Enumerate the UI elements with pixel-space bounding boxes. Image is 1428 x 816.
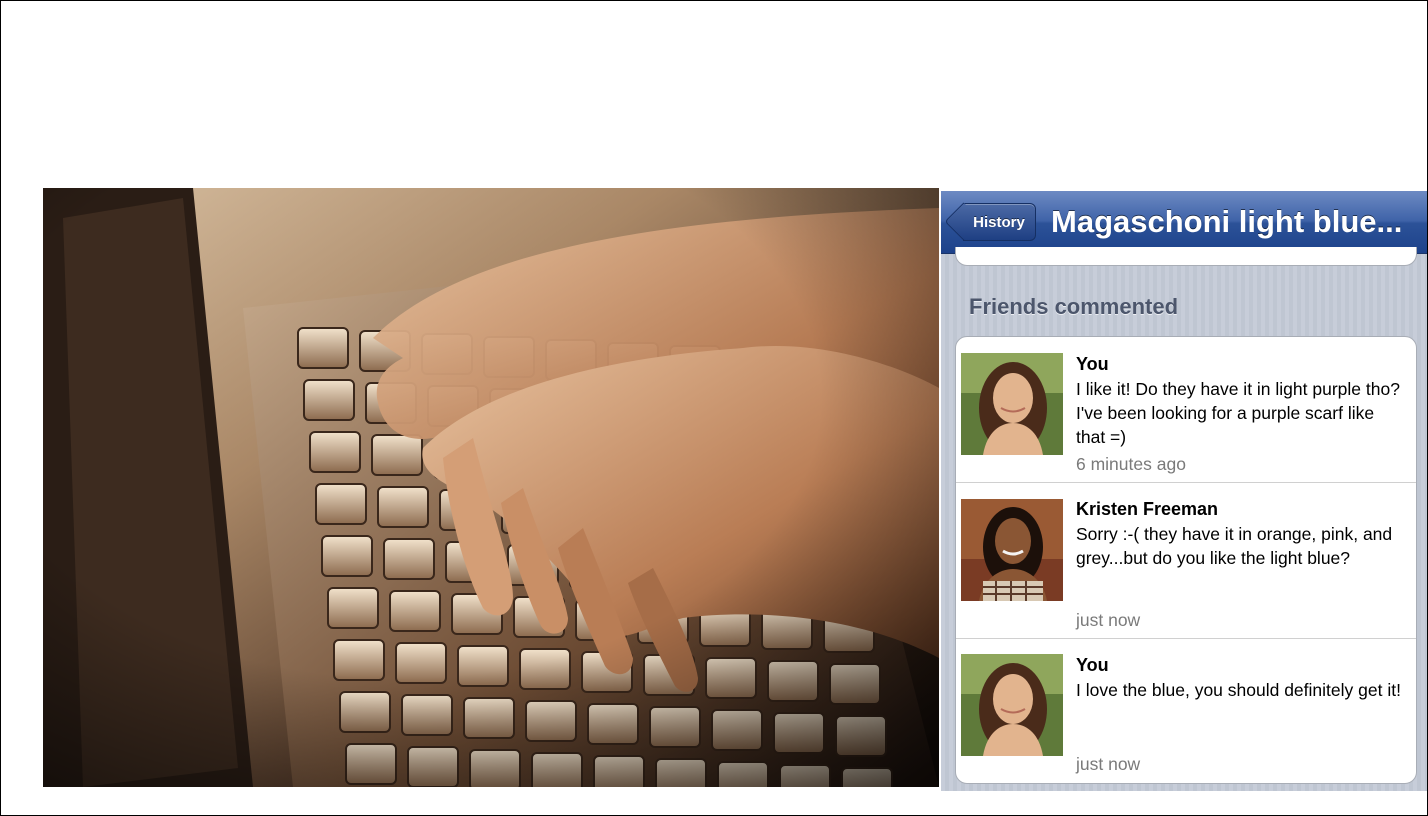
comment-timestamp: just now — [1076, 610, 1141, 630]
avatar — [961, 499, 1063, 601]
section-header: Friends commented — [969, 294, 1179, 319]
comment-timestamp: 6 minutes ago — [1076, 454, 1186, 474]
avatar — [961, 654, 1063, 756]
page-title: Magaschoni light blue... — [1051, 204, 1403, 239]
avatar — [961, 353, 1063, 455]
comment-item[interactable]: You I like it! Do they have it in light … — [956, 337, 1416, 483]
navigation-bar: History Magaschoni light blue... — [941, 191, 1427, 254]
typing-photo — [43, 188, 939, 787]
back-button-label: History — [973, 213, 1025, 231]
comment-author: You — [1076, 354, 1109, 374]
comments-card: You I like it! Do they have it in light … — [955, 336, 1417, 784]
phone-screen: History Magaschoni light blue... Friends… — [941, 191, 1427, 791]
previous-section-card — [955, 247, 1417, 266]
slide-frame: History Magaschoni light blue... Friends… — [0, 0, 1428, 816]
comment-text: I like it! Do they have it in light purp… — [1076, 379, 1400, 447]
comment-timestamp: just now — [1076, 754, 1141, 774]
comment-item[interactable]: You I love the blue, you should definite… — [956, 638, 1416, 783]
comment-text: I love the blue, you should definitely g… — [1076, 680, 1401, 700]
comment-author: You — [1076, 655, 1109, 675]
comment-item[interactable]: Kristen Freeman Sorry :-( they have it i… — [956, 482, 1416, 639]
comment-text: Sorry :-( they have it in orange, pink, … — [1076, 524, 1393, 568]
comment-author: Kristen Freeman — [1076, 499, 1219, 519]
history-back-button[interactable]: History — [963, 203, 1036, 241]
